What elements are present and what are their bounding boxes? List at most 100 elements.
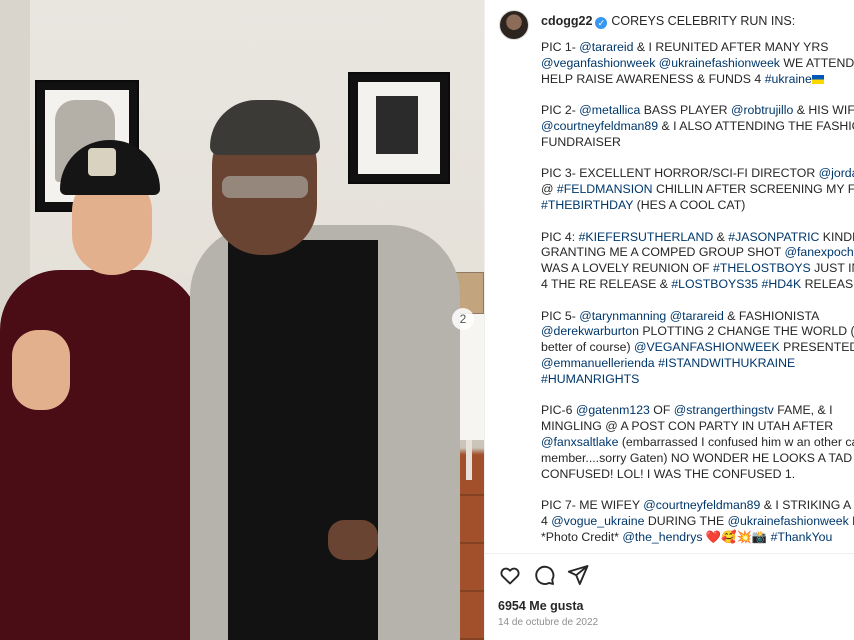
caption-text: PLOTTING 2 CHANGE THE WORLD (4 (638, 324, 854, 339)
cap-logo (88, 148, 116, 176)
mention-link[interactable]: @tarynmanning (579, 309, 666, 323)
caption-text: EV (849, 514, 854, 528)
person-right-glasses (222, 176, 308, 198)
username[interactable]: cdogg22 (541, 14, 592, 28)
hashtag-link[interactable]: #FELDMANSION (557, 182, 653, 196)
hashtag-link[interactable]: #THEBIRTHDAY (541, 198, 633, 212)
caption-paragraph: PIC 7- ME WIFEY @courtneyfeldman89 & I S… (541, 498, 854, 545)
hashtag-link[interactable]: #KIEFERSUTHERLAND (579, 230, 714, 244)
verified-badge-icon: ✓ (595, 17, 608, 29)
mention-link[interactable]: @VEGANFASHIONWEEK (634, 340, 780, 354)
caption-text: GRANTING ME A COMPED GROUP SHOT (541, 245, 785, 260)
post-date: 14 de octubre de 2022 (498, 617, 599, 628)
comment-icon[interactable] (532, 563, 556, 587)
mention-link[interactable]: @fanexpochica (784, 245, 854, 259)
like-count[interactable]: 6954 Me gusta (498, 599, 583, 613)
caption-line: PIC 5- @tarynmanning @tarareid & FASHION… (541, 309, 854, 325)
mention-link[interactable]: @gatenm123 (576, 403, 650, 417)
caption-line: @courtneyfeldman89 & I ALSO ATTENDING TH… (541, 119, 854, 135)
hashtag-link[interactable]: #HD4K (762, 277, 802, 291)
caption-text: RELEASE (804, 276, 854, 291)
caption-text: PIC 4: (541, 229, 579, 244)
caption-paragraph: PIC 3- EXCELLENT HORROR/SCI-FI DIRECTOR … (541, 166, 854, 213)
post-photo[interactable]: 2 (0, 0, 484, 640)
person-right-shirt (228, 240, 378, 640)
mention-link[interactable]: @tarareid (670, 309, 724, 323)
caption-text: ❤️🥰💥📸 (702, 529, 771, 544)
caption-text: CHILLIN AFTER SCREENING MY FILM (652, 182, 854, 197)
caption-text: FUNDRAISER (541, 134, 621, 149)
caption-paragraph: PIC-6 @gatenm123 OF @strangerthingstv FA… (541, 403, 854, 482)
caption-line: MINGLING @ A POST CON PARTY IN UTAH AFTE… (541, 419, 854, 435)
caption-line: @veganfashionweek @ukrainefashionweek WE… (541, 56, 854, 72)
hashtag-link[interactable]: #LOSTBOYS35 (671, 277, 758, 291)
caption-text: WAS A LOVELY REUNION OF (541, 261, 713, 276)
mention-link[interactable]: @ukrainefashionweek (659, 56, 780, 70)
caption-text: @ (541, 182, 557, 197)
caption-text: CONFUSED! LOL! I WAS THE CONFUSED 1. (541, 466, 796, 481)
mention-link[interactable]: @robtrujillo (731, 103, 793, 117)
caption-line: PIC 1- @tarareid & I REUNITED AFTER MANY… (541, 40, 854, 56)
avatar[interactable] (499, 10, 529, 40)
caption-text: BASS PLAYER (640, 103, 731, 118)
caption-text: *Photo Credit* (541, 529, 623, 544)
caption-line: HELP RAISE AWARENESS & FUNDS 4 #ukraine (541, 72, 854, 88)
caption-line: 4 THE RE RELEASE & #LOSTBOYS35 #HD4K REL… (541, 277, 854, 293)
ukraine-flag-icon (811, 74, 824, 84)
caption-text: member....sorry Gaten) NO WONDER HE LOOK… (541, 450, 854, 465)
mention-link[interactable]: @ukrainefashionweek (728, 514, 849, 528)
caption-text: & (713, 229, 729, 244)
hashtag-link[interactable]: #ukraine (765, 72, 812, 86)
mention-link[interactable]: @metallica (579, 103, 640, 117)
caption-line: GRANTING ME A COMPED GROUP SHOT @fanexpo… (541, 245, 854, 261)
caption-line: PIC 7- ME WIFEY @courtneyfeldman89 & I S… (541, 498, 854, 514)
caption-text: PIC 1- (541, 40, 580, 54)
caption-text: HELP RAISE AWARENESS & FUNDS 4 (541, 71, 765, 86)
caption-text: PIC 5- (541, 308, 580, 323)
mention-link[interactable]: @fanxsaltlake (541, 435, 618, 449)
mention-link[interactable]: @jordanp (819, 166, 854, 180)
post-sidebar: cdogg22 ✓ COREYS CELEBRITY RUN INS: PIC 1-… (484, 0, 854, 640)
caption-text: WE ATTENDE (783, 55, 854, 70)
caption-line: @ #FELDMANSION CHILLIN AFTER SCREENING M… (541, 182, 854, 198)
caption-paragraph: PIC 5- @tarynmanning @tarareid & FASHION… (541, 309, 854, 388)
caption-line: #THEBIRTHDAY (HES A COOL CAT) (541, 198, 854, 214)
caption-text: & I ALSO ATTENDING THE FASHIO (658, 118, 854, 133)
caption-text: better of course) (541, 340, 634, 355)
mention-link[interactable]: @emmanuellerienda (541, 356, 655, 370)
mention-link[interactable]: @tarareid (579, 40, 633, 54)
caption-line: 4 @vogue_ukraine DURING THE @ukrainefash… (541, 514, 854, 530)
mention-link[interactable]: @derekwarburton (541, 324, 639, 338)
caption-text: OF (649, 403, 674, 418)
hashtag-link[interactable]: #ThankYou (771, 530, 833, 544)
caption-line: better of course) @VEGANFASHIONWEEK PRES… (541, 340, 854, 356)
hashtag-link[interactable]: #THELOSTBOYS (713, 261, 811, 275)
hashtag-link[interactable]: #ISTANDWITHUKRAINE (658, 356, 795, 370)
caption-text: 4 (541, 513, 552, 528)
hashtag-link[interactable]: #JASONPATRIC (728, 230, 819, 244)
picture-frame-right (348, 72, 450, 184)
caption-paragraph: PIC 2- @metallica BASS PLAYER @robtrujil… (541, 103, 854, 150)
caption-line: PIC 3- EXCELLENT HORROR/SCI-FI DIRECTOR … (541, 166, 854, 182)
caption-text: (HES A COOL CAT) (633, 197, 746, 212)
caption-text: MINGLING @ A POST CON PARTY IN UTAH AFTE… (541, 419, 834, 434)
caption-text: 4 THE RE RELEASE & (541, 276, 672, 291)
send-icon[interactable] (566, 563, 590, 587)
hashtag-link[interactable]: #HUMANRIGHTS (541, 372, 639, 386)
caption-line: CONFUSED! LOL! I WAS THE CONFUSED 1. (541, 467, 854, 483)
mention-link[interactable]: @vogue_ukraine (551, 514, 644, 528)
mention-link[interactable]: @strangerthingstv (674, 403, 774, 417)
caption-text: & FASHIONISTA (723, 308, 820, 323)
mention-link[interactable]: @the_hendrys (622, 530, 702, 544)
caption-paragraph: PIC 4: #KIEFERSUTHERLAND & #JASONPATRIC … (541, 230, 854, 293)
heart-icon[interactable] (498, 563, 522, 587)
mention-link[interactable]: @veganfashionweek (541, 56, 655, 70)
caption-line: FUNDRAISER (541, 135, 854, 151)
caption-line: PIC-6 @gatenm123 OF @strangerthingstv FA… (541, 403, 854, 419)
mention-link[interactable]: @courtneyfeldman89 (541, 119, 658, 133)
thumbs-up-hand (12, 330, 70, 410)
caption-text: PIC-6 (541, 403, 576, 418)
mention-link[interactable]: @courtneyfeldman89 (643, 498, 760, 512)
caption-text: & HIS WIFE, (796, 103, 854, 118)
caption-line: @emmanuellerienda #ISTANDWITHUKRAINE (541, 356, 854, 372)
